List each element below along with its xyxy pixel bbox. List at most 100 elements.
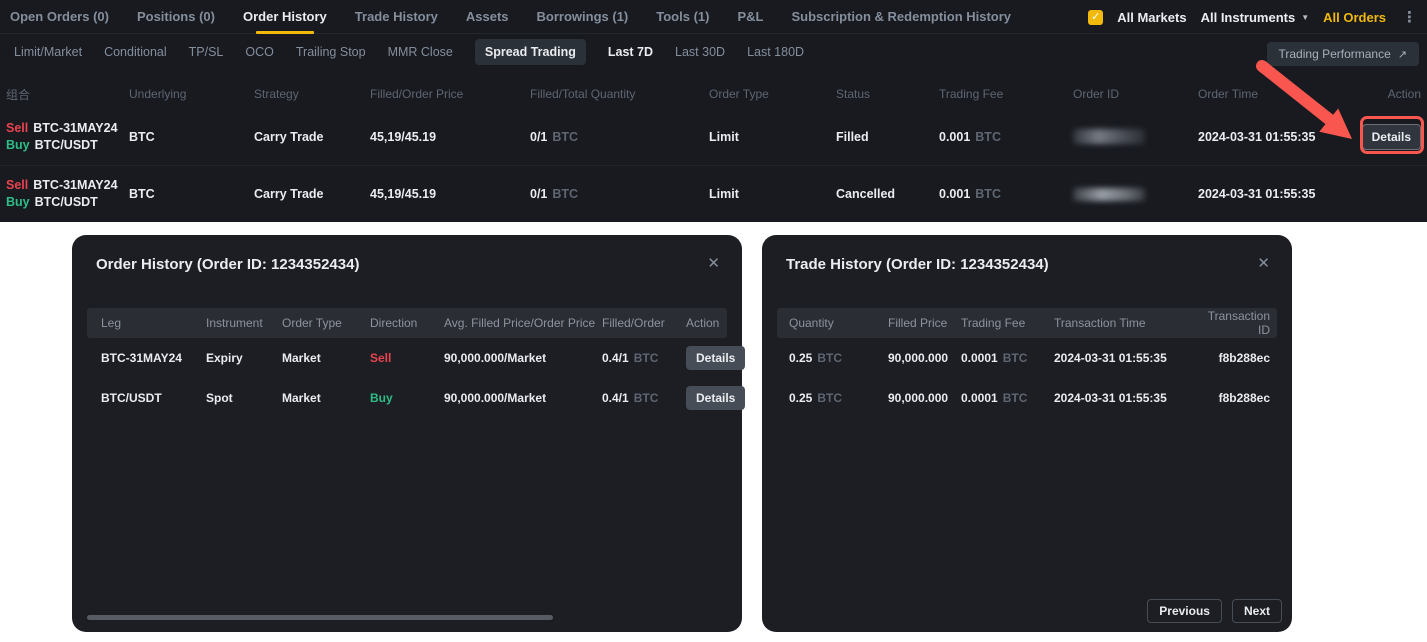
instrument-cell: Spot [206, 391, 282, 405]
col-combination: 组合 [6, 86, 129, 103]
filter-tpsl[interactable]: TP/SL [189, 45, 224, 59]
trade-modal-row-1: 0.25BTC 90,000.000 0.0001BTC 2024-03-31 … [777, 338, 1277, 378]
filled-cell: 0.4/1BTC [602, 391, 686, 405]
col-direction: Direction [370, 316, 444, 330]
filter-last-7d[interactable]: Last 7D [608, 45, 653, 59]
order-time-cell: 2024-03-31 01:55:35 [1198, 130, 1348, 144]
filter-mmr-close[interactable]: MMR Close [388, 45, 453, 59]
orders-table-header: 组合 Underlying Strategy Filled/Order Pric… [0, 80, 1427, 108]
col-avg-filled-price: Avg. Filled Price/Order Price [444, 316, 602, 330]
filled-price-cell: 90,000.000 [888, 351, 961, 365]
buy-instrument: BTC/USDT [35, 138, 98, 152]
tab-order-history[interactable]: Order History [243, 0, 327, 34]
filter-last-30d[interactable]: Last 30D [675, 45, 725, 59]
horizontal-scrollbar-thumb[interactable] [87, 615, 553, 620]
tab-trade-history[interactable]: Trade History [355, 0, 438, 34]
pagination: Previous Next [1147, 599, 1282, 623]
order-row-2: SellBTC-31MAY24 BuyBTC/USDT BTC Carry Tr… [0, 165, 1427, 222]
order-modal-row-1: BTC-31MAY24 Expiry Market Sell 90,000.00… [87, 338, 727, 378]
close-icon[interactable]: ✕ [1257, 254, 1270, 272]
sell-side-label: Sell [6, 121, 28, 135]
fee-cell: 0.0001BTC [961, 391, 1054, 405]
col-filled-total-quantity: Filled/Total Quantity [530, 87, 709, 101]
fee-unit: BTC [975, 187, 1001, 201]
quantity-cell: 0.25BTC [789, 351, 888, 365]
buy-side-label: Buy [6, 138, 30, 152]
trade-modal-row-2: 0.25BTC 90,000.000 0.0001BTC 2024-03-31 … [777, 378, 1277, 418]
direction-cell: Sell [370, 351, 439, 365]
col-action: Action [686, 316, 719, 330]
fee-unit: BTC [975, 130, 1001, 144]
price-cell: 45,19/45.19 [370, 187, 530, 201]
trade-history-modal: Trade History (Order ID: 1234352434) ✕ Q… [762, 235, 1292, 632]
sell-side-label: Sell [6, 178, 28, 192]
details-button[interactable]: Details [686, 386, 745, 410]
filter-conditional[interactable]: Conditional [104, 45, 167, 59]
previous-button[interactable]: Previous [1147, 599, 1222, 623]
tab-subscription-redemption-history[interactable]: Subscription & Redemption History [791, 0, 1011, 34]
fee-cell: 0.0001BTC [961, 351, 1054, 365]
tab-assets[interactable]: Assets [466, 0, 509, 34]
details-button[interactable]: Details [1362, 124, 1421, 150]
quantity-unit: BTC [817, 391, 842, 405]
col-filled-price: Filled Price [888, 316, 961, 330]
all-instruments-dropdown[interactable]: All Instruments [1201, 10, 1296, 25]
filter-trailing-stop[interactable]: Trailing Stop [296, 45, 366, 59]
status-cell: Filled [836, 130, 939, 144]
filled-cell: 0.4/1BTC [602, 351, 686, 365]
col-filled-order: Filled/Order [602, 316, 686, 330]
filter-spread-trading[interactable]: Spread Trading [475, 39, 586, 65]
transaction-time-cell: 2024-03-31 01:55:35 [1054, 351, 1200, 365]
tab-open-orders[interactable]: Open Orders (0) [10, 0, 109, 34]
trading-performance-button[interactable]: Trading Performance ↗ [1267, 42, 1420, 66]
trade-modal-table-header: Quantity Filled Price Trading Fee Transa… [777, 308, 1277, 338]
tab-borrowings[interactable]: Borrowings (1) [537, 0, 629, 34]
redacted-order-id [1073, 129, 1145, 144]
filter-limit-market[interactable]: Limit/Market [14, 45, 82, 59]
order-modal-title: Order History (Order ID: 1234352434) [96, 256, 359, 273]
next-button[interactable]: Next [1232, 599, 1282, 623]
all-markets-label: All Markets [1117, 10, 1186, 25]
quantity-unit: BTC [552, 130, 578, 144]
leg-cell: BTC/USDT [101, 391, 206, 405]
filter-last-180d[interactable]: Last 180D [747, 45, 804, 59]
order-type-cell: Limit [709, 187, 836, 201]
underlying-cell: BTC [129, 187, 254, 201]
fee-unit: BTC [1003, 391, 1028, 405]
strategy-cell: Carry Trade [254, 130, 370, 144]
quantity-cell: 0/1BTC [530, 130, 709, 144]
buy-side-label: Buy [6, 195, 30, 209]
col-trading-fee: Trading Fee [961, 316, 1054, 330]
sell-instrument: BTC-31MAY24 [33, 121, 117, 135]
chevron-down-icon: ▼ [1301, 13, 1309, 22]
price-cell: 45,19/45.19 [370, 130, 530, 144]
close-icon[interactable]: ✕ [707, 254, 720, 272]
transaction-id-cell: f8b288ec [1200, 351, 1270, 365]
order-type-cell: Market [282, 391, 370, 405]
all-orders-link[interactable]: All Orders [1323, 10, 1386, 25]
details-button[interactable]: Details [686, 346, 745, 370]
filled-unit: BTC [634, 391, 659, 405]
order-modal-table-header: Leg Instrument Order Type Direction Avg.… [87, 308, 727, 338]
action-cell: Details [686, 346, 745, 370]
direction-cell: Buy [370, 391, 439, 405]
more-menu-icon[interactable]: ⋮ [1400, 8, 1419, 26]
redacted-order-id [1073, 188, 1145, 201]
filter-oco[interactable]: OCO [245, 45, 273, 59]
tab-pnl[interactable]: P&L [737, 0, 763, 34]
col-quantity: Quantity [789, 316, 888, 330]
tab-tools[interactable]: Tools (1) [656, 0, 709, 34]
fee-cell: 0.001BTC [939, 187, 1073, 201]
col-leg: Leg [101, 316, 206, 330]
checkmark-icon: ✓ [1091, 12, 1100, 23]
order-time-cell: 2024-03-31 01:55:35 [1198, 187, 1348, 201]
all-markets-checkbox[interactable]: ✓ [1088, 10, 1103, 25]
screen: Open Orders (0) Positions (0) Order Hist… [0, 0, 1427, 642]
col-strategy: Strategy [254, 87, 370, 101]
filled-price-cell: 90,000.000 [888, 391, 961, 405]
fee-cell: 0.001BTC [939, 130, 1073, 144]
tab-positions[interactable]: Positions (0) [137, 0, 215, 34]
order-id-cell [1073, 129, 1198, 144]
col-underlying: Underlying [129, 87, 254, 101]
pair-cell: Sell BTC-31MAY24 Buy BTC/USDT [6, 120, 129, 154]
